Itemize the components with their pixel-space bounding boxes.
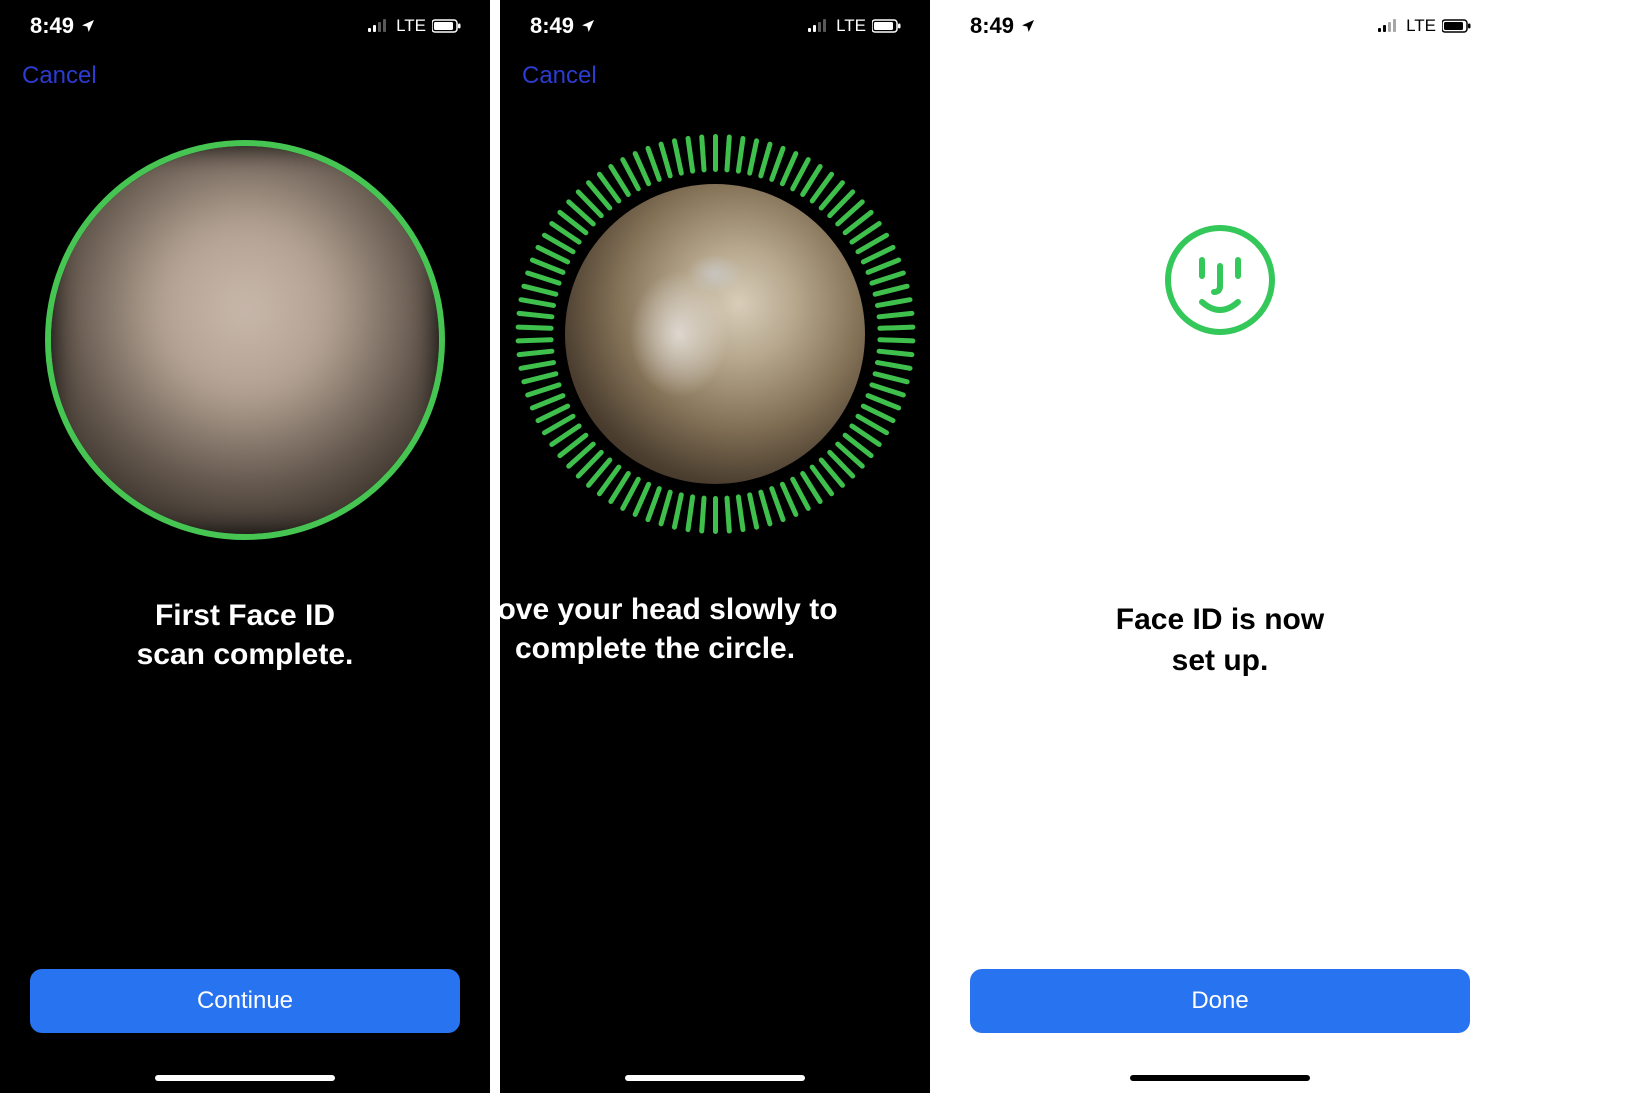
cell-signal-icon xyxy=(808,19,830,33)
battery-icon xyxy=(432,19,462,33)
face-preview xyxy=(565,184,865,484)
continue-button[interactable]: Continue xyxy=(30,969,460,1033)
done-button[interactable]: Done xyxy=(970,969,1470,1033)
face-preview-blurred xyxy=(51,146,439,534)
home-indicator[interactable] xyxy=(155,1075,335,1081)
face-scan-ring xyxy=(45,140,445,540)
nav-bar: Cancel xyxy=(500,52,930,100)
nav-bar: Cancel xyxy=(0,52,490,100)
home-indicator[interactable] xyxy=(1130,1075,1310,1081)
faceid-success-icon xyxy=(1160,220,1280,340)
status-time: 8:49 xyxy=(970,13,1014,39)
battery-icon xyxy=(1442,19,1472,33)
status-network: LTE xyxy=(836,16,866,36)
status-bar: 8:49 LTE xyxy=(0,0,490,52)
instruction-text: Move your head slowly to complete the ci… xyxy=(500,590,838,668)
status-bar: 8:49 LTE xyxy=(500,0,930,52)
status-network: LTE xyxy=(1406,16,1436,36)
battery-icon xyxy=(872,19,902,33)
instruction-text: First Face ID scan complete. xyxy=(137,596,354,674)
cancel-button[interactable]: Cancel xyxy=(522,62,597,90)
location-icon xyxy=(1020,18,1036,34)
faceid-screen-scan-complete: 8:49 LTE Cancel First Face xyxy=(0,0,490,1093)
home-indicator[interactable] xyxy=(625,1075,805,1081)
faceid-screen-done: 8:49 LTE xyxy=(940,0,1500,1093)
face-progress-ring xyxy=(515,134,915,534)
cell-signal-icon xyxy=(368,19,390,33)
status-bar: 8:49 LTE xyxy=(940,0,1500,52)
cancel-button[interactable]: Cancel xyxy=(22,62,97,90)
cell-signal-icon xyxy=(1378,19,1400,33)
status-network: LTE xyxy=(396,16,426,36)
location-icon xyxy=(580,18,596,34)
faceid-screen-move-head: 8:49 LTE Cancel Move your h xyxy=(500,0,930,1093)
instruction-text: Face ID is now set up. xyxy=(1116,600,1324,681)
status-time: 8:49 xyxy=(30,13,74,39)
location-icon xyxy=(80,18,96,34)
status-time: 8:49 xyxy=(530,13,574,39)
